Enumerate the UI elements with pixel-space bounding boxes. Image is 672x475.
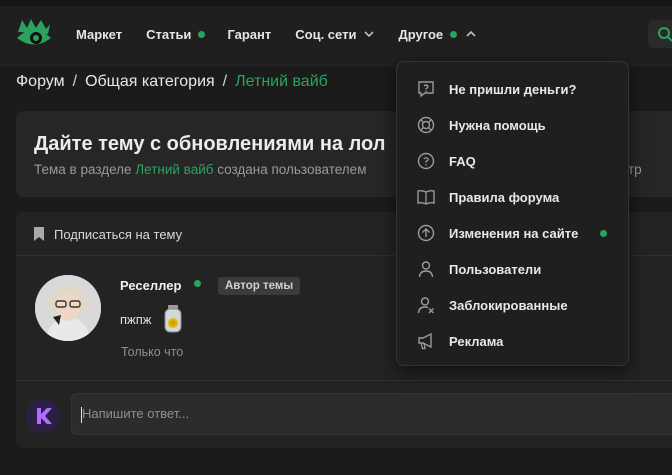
nav-item-label: Гарант <box>227 26 272 42</box>
user-icon <box>418 261 434 278</box>
menu-item-label: Реклама <box>449 333 504 349</box>
book-icon <box>417 189 435 205</box>
breadcrumb: Форум / Общая категория / Летний вайб <box>16 73 328 91</box>
menu-item-faq[interactable]: FAQ <box>397 143 630 179</box>
new-indicator-dot <box>198 30 206 38</box>
nav-item-label: Статьи <box>146 26 192 42</box>
main-nav: Маркет Статьи Гарант Соц. сети Другое <box>76 26 476 42</box>
new-indicator-dot <box>600 229 607 237</box>
search-button[interactable] <box>648 20 672 48</box>
new-indicator-dot <box>450 30 458 38</box>
other-dropdown-menu: Не пришли деньги? Нужна помощь FAQ Прави… <box>396 61 629 366</box>
megaphone-icon <box>418 332 432 350</box>
post-time: Только что <box>121 345 184 359</box>
author-avatar[interactable] <box>35 275 101 341</box>
menu-item-label: Правила форума <box>449 189 560 205</box>
thread-meta-suffix: создана пользователем <box>213 162 367 177</box>
reply-area: Напишите ответ... <box>16 380 672 448</box>
arrow-up-circle-icon <box>417 224 435 242</box>
chevron-down-icon <box>364 31 375 38</box>
breadcrumb-separator: / <box>72 73 78 90</box>
menu-item-blocked[interactable]: Заблокированные <box>397 287 630 323</box>
chevron-up-icon <box>466 30 476 37</box>
online-status-dot <box>194 280 201 287</box>
author-name[interactable]: Реселлер <box>120 278 181 293</box>
avatar-photo <box>35 275 101 341</box>
menu-item-label: FAQ <box>449 153 476 169</box>
nav-item-market[interactable]: Маркет <box>76 27 122 42</box>
top-navbar: Маркет Статьи Гарант Соц. сети Другое <box>0 0 672 66</box>
user-blocked-icon <box>417 297 434 314</box>
nav-item-guarantor[interactable]: Гарант <box>227 27 271 42</box>
avatar-k-icon <box>26 399 60 433</box>
subscribe-label: Подписаться на тему <box>54 227 183 242</box>
menu-item-label: Изменения на сайте <box>449 225 579 241</box>
menu-item-label: Заблокированные <box>449 297 568 313</box>
breadcrumb-item-forum[interactable]: Форум <box>16 73 65 90</box>
thread-title: Дайте тему с обновлениями на лол <box>34 133 386 155</box>
current-user-avatar[interactable] <box>26 399 60 433</box>
author-badge: Автор темы <box>218 277 301 295</box>
menu-item-ads[interactable]: Реклама <box>397 323 630 359</box>
thread-meta: Тема в разделе Летний вайб создана польз… <box>34 162 366 177</box>
bookmark-icon <box>34 227 44 241</box>
nav-item-articles[interactable]: Статьи <box>146 26 206 42</box>
search-icon <box>658 27 672 42</box>
breadcrumb-item-section[interactable]: Летний вайб <box>235 73 328 90</box>
nav-item-label: Маркет <box>76 26 123 42</box>
reply-input[interactable]: Напишите ответ... <box>71 393 672 435</box>
thread-section-link[interactable]: Летний вайб <box>135 162 213 177</box>
lifebuoy-icon <box>417 116 435 134</box>
menu-item-help[interactable]: Нужна помощь <box>397 107 630 143</box>
nav-item-label: Другое <box>398 26 444 42</box>
breadcrumb-item-category[interactable]: Общая категория <box>85 73 215 90</box>
breadcrumb-separator: / <box>222 73 228 90</box>
menu-item-label: Нужна помощь <box>449 117 546 133</box>
menu-item-no-money[interactable]: Не пришли деньги? <box>397 71 630 107</box>
menu-item-label: Пользователи <box>449 261 542 277</box>
post-text: пжпж <box>120 312 152 327</box>
menu-item-label: Не пришли деньги? <box>449 81 577 97</box>
thread-meta-prefix: Тема в разделе <box>34 162 136 177</box>
logo-eye-icon[interactable] <box>16 18 52 50</box>
question-bubble-icon <box>418 81 434 98</box>
menu-item-rules[interactable]: Правила форума <box>397 179 630 215</box>
question-circle-icon <box>417 152 435 170</box>
nav-item-label: Соц. сети <box>295 26 357 42</box>
nav-item-social[interactable]: Соц. сети <box>295 26 375 42</box>
menu-item-site-changes[interactable]: Изменения на сайте <box>397 215 630 251</box>
thread-meta-tail: тр <box>628 162 642 177</box>
nav-item-other[interactable]: Другое <box>398 27 476 42</box>
menu-item-users[interactable]: Пользователи <box>397 251 630 287</box>
coin-jar-icon <box>164 305 182 333</box>
